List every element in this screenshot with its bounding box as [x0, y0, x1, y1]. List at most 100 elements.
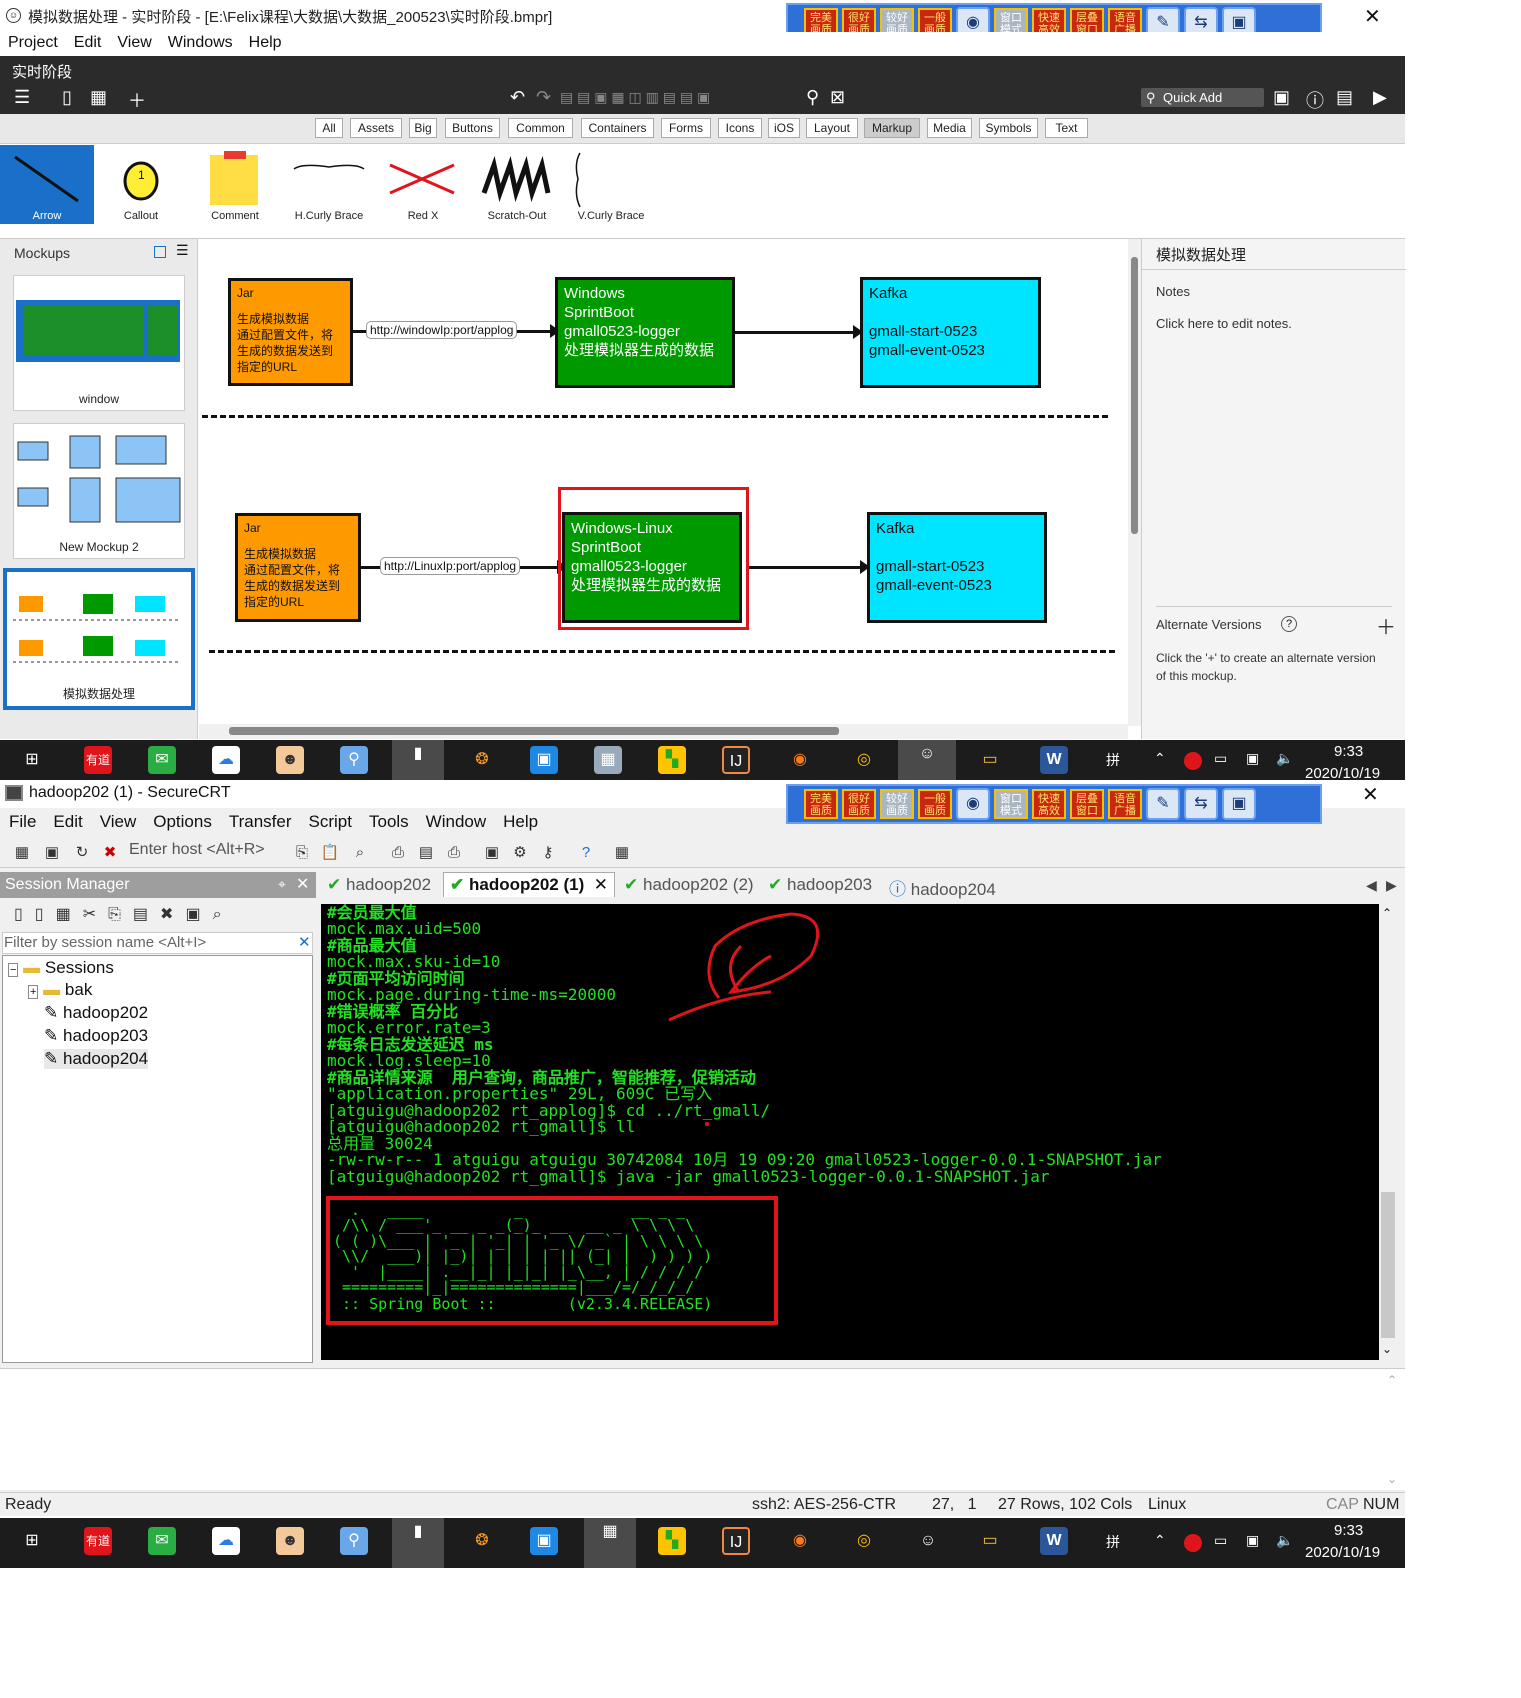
thumbnail-view-icon[interactable]	[154, 246, 166, 258]
youdao-icon[interactable]: 有道	[84, 746, 112, 774]
tab-scroll-right-icon[interactable]: ▶	[1386, 877, 1397, 894]
tree-item-hadoop204[interactable]: ✎ hadoop204	[44, 1049, 149, 1069]
tab-close-icon[interactable]: ✕	[594, 875, 608, 894]
tree-item-sessions[interactable]: − ▬ Sessions	[8, 958, 114, 978]
menu-edit[interactable]: Edit	[66, 32, 110, 56]
lib-tab-assets[interactable]: Assets	[350, 118, 402, 138]
avatar-app-icon-2[interactable]: ☻	[276, 1527, 304, 1555]
crt-menu-transfer[interactable]: Transfer	[220, 810, 300, 836]
ime-pinyin-indicator[interactable]: 拼	[1106, 750, 1120, 770]
mockup-thumb-new-mockup-2[interactable]: New Mockup 2	[13, 423, 185, 559]
menu-view[interactable]: View	[109, 32, 159, 56]
session-options-icon[interactable]: ▣	[482, 843, 502, 863]
wechat-icon[interactable]: ✉	[148, 746, 176, 774]
menu-project[interactable]: Project	[0, 32, 66, 56]
firefox-app-icon[interactable]: ◉	[786, 746, 814, 774]
quick-add-input[interactable]: Quick Add	[1141, 88, 1264, 107]
canvas-vertical-scrollbar[interactable]	[1128, 239, 1141, 726]
ime-pinyin-indicator-2[interactable]: 拼	[1106, 1532, 1120, 1552]
volume-icon-2[interactable]: 🔈	[1276, 1532, 1293, 1549]
lib-tab-buttons[interactable]: Buttons	[445, 118, 500, 138]
session-close-icon[interactable]: ✕	[296, 874, 309, 894]
help-icon[interactable]: ?	[1281, 616, 1297, 632]
copy-icon[interactable]: ⎘	[292, 843, 312, 863]
tab-hadoop202[interactable]: ✔ hadoop202	[327, 875, 431, 895]
lib-tab-icons[interactable]: Icons	[718, 118, 762, 138]
sftp-icon[interactable]: ▦	[612, 843, 632, 863]
jar-box-1[interactable]: Jar 生成模拟数据 通过配置文件，将 生成的数据发送到 指定的URL	[228, 278, 353, 386]
clock-time-top[interactable]: 9:33	[1334, 743, 1363, 760]
tree-item-hadoop203[interactable]: ✎ hadoop203	[44, 1026, 148, 1046]
windows-start-icon-2[interactable]: ⊞	[18, 1527, 46, 1555]
lib-tab-text[interactable]: Text	[1045, 118, 1088, 138]
chrome-app-icon-2[interactable]: ◎	[850, 1527, 878, 1555]
disconnect-icon[interactable]: ✖	[100, 843, 120, 863]
record-icon-2[interactable]	[1184, 1534, 1202, 1552]
firefox-app-icon-2[interactable]: ◉	[786, 1527, 814, 1555]
mockup-thumb-selected[interactable]: 模拟数据处理	[3, 568, 195, 710]
list-view-icon[interactable]: ☰	[176, 242, 189, 259]
server-box-1[interactable]: Windows SprintBoot gmall0523-logger 处理模拟…	[555, 277, 735, 388]
record-icon[interactable]	[1184, 752, 1202, 770]
close-icon[interactable]: ✕	[1364, 4, 1381, 29]
present-icon[interactable]: ▶	[1373, 87, 1387, 108]
crt-menu-script[interactable]: Script	[300, 810, 360, 836]
crt-menu-view[interactable]: View	[91, 810, 145, 836]
lib-item-scratch-out[interactable]: Scratch-Out	[470, 145, 564, 224]
lib-tab-media[interactable]: Media	[927, 118, 972, 138]
menu-help[interactable]: Help	[241, 32, 290, 56]
h-scroll-thumb[interactable]	[229, 727, 839, 735]
crt-menu-tools[interactable]: Tools	[360, 810, 417, 836]
volume-icon[interactable]: 🔈	[1276, 750, 1293, 767]
lib-tab-big[interactable]: Big	[409, 118, 437, 138]
layout-single-icon[interactable]: ▯	[62, 87, 72, 108]
window-app-icon-2[interactable]: ▣	[530, 1527, 558, 1555]
lib-item-h-curly-brace[interactable]: H.Curly Brace	[282, 145, 376, 224]
lib-tab-containers[interactable]: Containers	[581, 118, 654, 138]
list-icon[interactable]: ▤	[1336, 87, 1353, 108]
layout-grid-icon[interactable]: ▦	[90, 87, 107, 108]
fullscreen-icon[interactable]: ⊠	[830, 87, 845, 108]
search-icon[interactable]: ⚲	[806, 87, 819, 108]
keymap-icon[interactable]: ⚷	[538, 843, 558, 863]
film-app-icon-2[interactable]: ▮	[392, 1518, 444, 1568]
server-box-2[interactable]: Windows-Linux SprintBoot gmall0523-logge…	[562, 512, 742, 623]
network-icon[interactable]: ▭	[1214, 750, 1227, 767]
mockup-canvas[interactable]: Jar 生成模拟数据 通过配置文件，将 生成的数据发送到 指定的URL http…	[199, 239, 1128, 726]
print-icon[interactable]: ⎙	[388, 843, 408, 863]
balsamiq-app-icon-2[interactable]: ▚	[658, 1527, 686, 1555]
tree-item-bak[interactable]: + ▬ bak	[28, 980, 92, 1000]
swirl-app-icon[interactable]: ❂	[468, 746, 496, 774]
swirl-app-icon-2[interactable]: ❂	[468, 1527, 496, 1555]
crt-menu-options[interactable]: Options	[144, 810, 220, 836]
tab-scroll-left-icon[interactable]: ◀	[1366, 877, 1377, 894]
tray-chevron-icon[interactable]: ⌃	[1154, 750, 1166, 767]
v-scroll-thumb[interactable]	[1131, 257, 1138, 534]
lib-item-arrow[interactable]: Arrow	[0, 145, 94, 224]
connect-icon[interactable]: ▦	[12, 843, 32, 863]
smile-app-icon[interactable]: ☺	[898, 740, 956, 781]
canvas-horizontal-scrollbar[interactable]	[199, 724, 1128, 739]
screenshot-app-icon[interactable]: ▦	[594, 746, 622, 774]
session-toolbar-icons[interactable]: ▯▯▦✂⎘▤✖▣⌕	[14, 904, 234, 924]
scroll-down-icon[interactable]: ⌄	[1382, 1342, 1392, 1356]
jar-box-2[interactable]: Jar 生成模拟数据 通过配置文件，将 生成的数据发送到 指定的URL	[235, 513, 361, 622]
host-input[interactable]: Enter host <Alt+R>	[129, 841, 265, 859]
lib-tab-ios[interactable]: iOS	[768, 118, 800, 138]
reconnect-icon[interactable]: ↻	[72, 843, 92, 863]
info-icon[interactable]: ⓘ	[1306, 87, 1324, 113]
lib-item-v-curly-brace[interactable]: V.Curly Brace	[564, 145, 658, 224]
lib-tab-forms[interactable]: Forms	[661, 118, 711, 138]
film-app-icon[interactable]: ▮	[392, 740, 444, 781]
crt-menu-help[interactable]: Help	[494, 810, 546, 836]
tab-hadoop202-2[interactable]: ✔ hadoop202 (2)	[624, 875, 754, 895]
cloud-app-icon[interactable]: ☁	[212, 746, 240, 774]
chrome-app-icon[interactable]: ◎	[850, 746, 878, 774]
screenshot-app-icon-2[interactable]: ▦	[584, 1518, 636, 1568]
clock-date-top[interactable]: 2020/10/19	[1305, 765, 1380, 781]
intellij-app-icon-2[interactable]: IJ	[722, 1527, 750, 1555]
cmd-scroll-down-icon[interactable]: ⌄	[1387, 1472, 1397, 1486]
menu-windows[interactable]: Windows	[160, 32, 241, 56]
lib-item-callout[interactable]: 1 Callout	[94, 145, 188, 224]
magnifier-app-icon-2[interactable]: ⚲	[340, 1527, 368, 1555]
